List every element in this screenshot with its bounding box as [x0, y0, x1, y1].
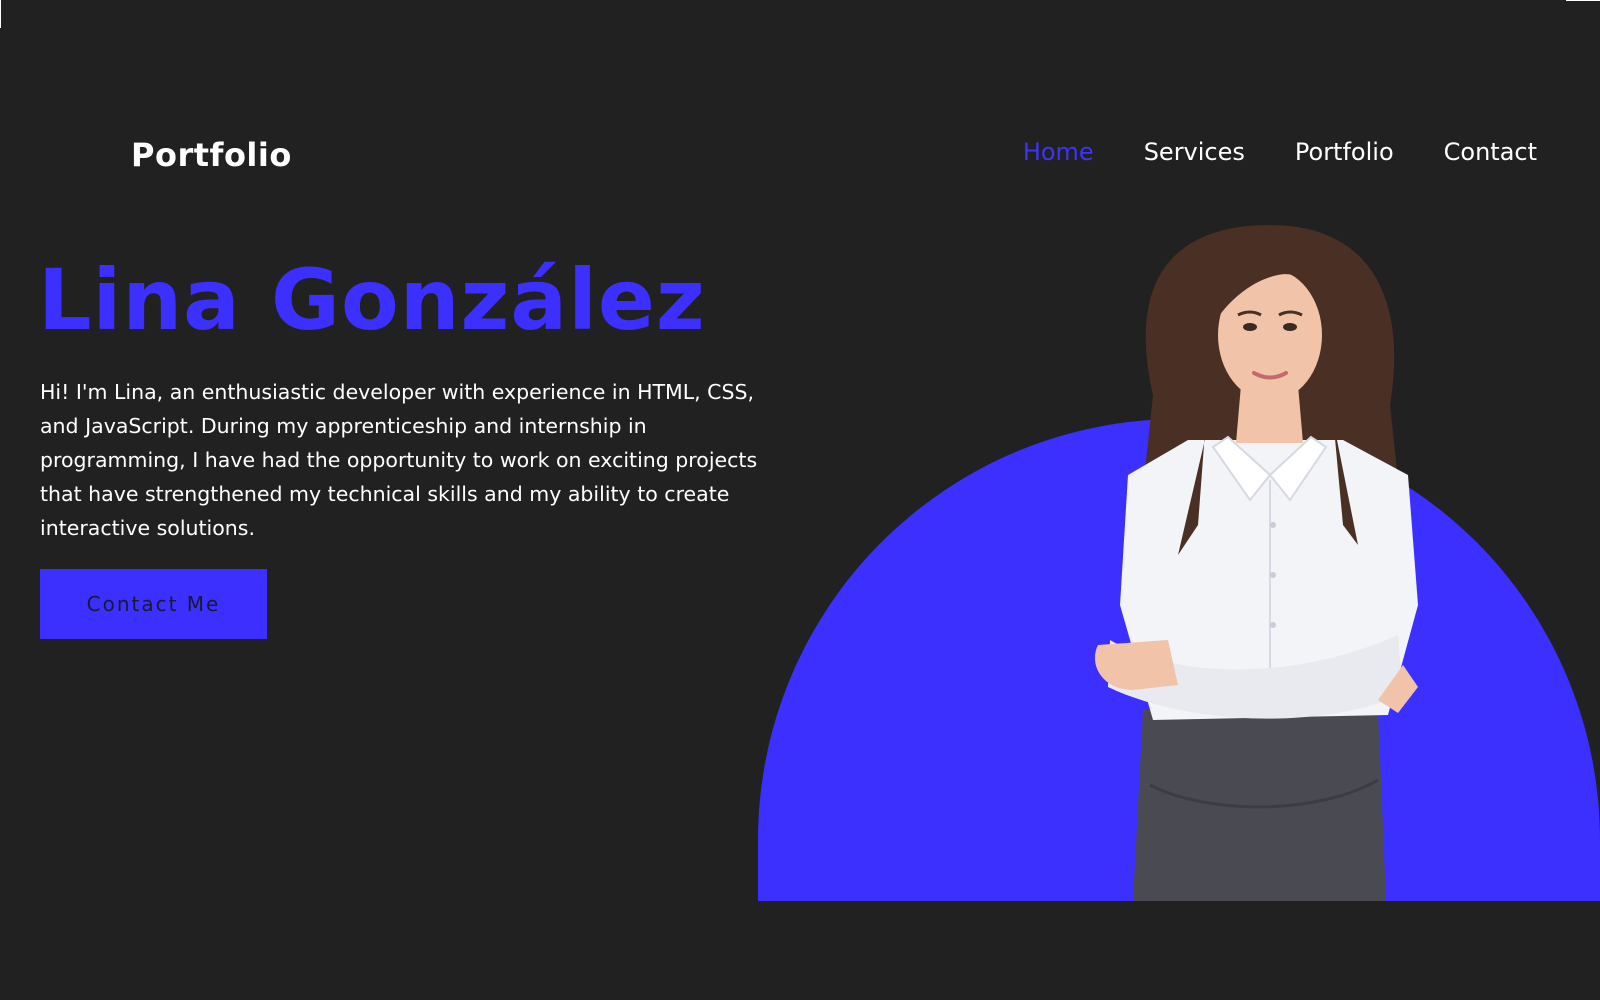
contact-me-button[interactable]: Contact Me [40, 569, 267, 639]
nav-link-services[interactable]: Services [1144, 138, 1245, 166]
hero-name: Lina González [38, 251, 706, 349]
portrait-illustration [1094, 225, 1418, 901]
nav-link-home[interactable]: Home [1023, 138, 1094, 166]
corner-mark [0, 0, 1, 28]
nav-link-portfolio[interactable]: Portfolio [1295, 138, 1394, 166]
corner-mark [1566, 0, 1600, 1]
site-logo[interactable]: Portfolio [131, 136, 292, 174]
hero-intro: Hi! I'm Lina, an enthusiastic developer … [40, 380, 758, 540]
nav-link-contact[interactable]: Contact [1444, 138, 1537, 166]
main-nav: Home Services Portfolio Contact [1023, 138, 1537, 166]
portfolio-page: Portfolio Home Services Portfolio Contac… [0, 0, 1600, 1000]
hero-visual [758, 225, 1600, 901]
